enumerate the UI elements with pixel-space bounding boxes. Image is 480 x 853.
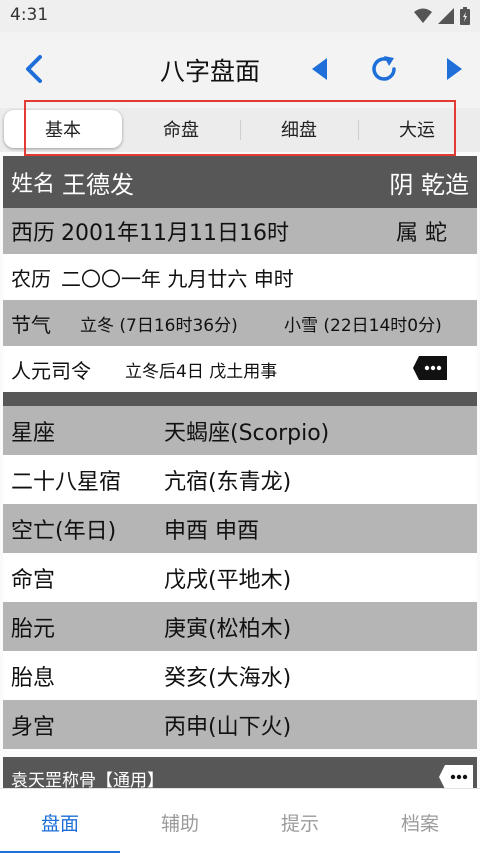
detail-label: 二十八星宿: [11, 469, 122, 495]
app-bar: 八字盘面: [0, 32, 480, 108]
next-icon[interactable]: [446, 58, 462, 80]
detail-value: 亢宿(东青龙): [164, 469, 292, 495]
detail-value: 丙申(山下火): [164, 714, 292, 740]
name-label: 姓名: [11, 172, 56, 197]
lunar-row: 农历 二〇〇一年 九月廿六 申时: [3, 254, 477, 300]
detail-row: 胎元 庚寅(松柏木): [3, 602, 477, 651]
tab-basic[interactable]: 基本: [4, 110, 122, 148]
detail-label: 胎息: [11, 665, 56, 691]
solar-label: 西历: [11, 221, 56, 246]
name-value: 王德发: [62, 170, 134, 199]
lunar-label: 农历: [11, 266, 51, 291]
detail-label: 星座: [11, 420, 56, 446]
battery-icon: [460, 7, 470, 25]
solar-term-2: 小雪 (22日14时0分): [284, 315, 442, 336]
detail-label: 空亡(年日): [11, 518, 117, 544]
name-row: 姓名 王德发 阴 乾造: [3, 156, 477, 208]
detail-value: 天蝎座(Scorpio): [164, 420, 330, 446]
gender-value: 阴 乾造: [389, 170, 469, 199]
detail-row: 空亡(年日) 申酉 申酉: [3, 504, 477, 553]
tab-chart[interactable]: 命盘: [122, 110, 240, 148]
section-divider: [3, 392, 477, 406]
detail-value: 戊戌(平地木): [164, 567, 292, 593]
status-icons: [414, 7, 470, 25]
detail-row: 命宫 戊戌(平地木): [3, 553, 477, 602]
detail-label: 命宫: [11, 567, 56, 593]
detail-label: 胎元: [11, 616, 56, 642]
nav-archive[interactable]: 档案: [360, 809, 480, 836]
solar-term-row: 节气 立冬 (7日16时36分) 小雪 (22日14时0分): [3, 300, 477, 346]
tab-bar: 基本 命盘 细盘 大运: [0, 108, 480, 152]
solar-term-label: 节气: [11, 312, 51, 337]
detail-value: 庚寅(松柏木): [164, 616, 292, 642]
bottom-nav: 盘面 辅助 提示 档案: [0, 788, 480, 853]
nav-tips[interactable]: 提示: [240, 809, 360, 836]
nav-chart[interactable]: 盘面: [0, 809, 120, 836]
page-title: 八字盘面: [159, 57, 260, 86]
detail-row: 胎息 癸亥(大海水): [3, 651, 477, 700]
tab-detail[interactable]: 细盘: [240, 110, 358, 148]
more-icon[interactable]: [413, 356, 447, 380]
refresh-icon[interactable]: [369, 54, 399, 84]
signal-icon: [438, 8, 454, 24]
commander-row: 人元司令 立冬后4日 戊土用事: [3, 346, 477, 392]
bone-section-header: 袁天罡称骨【通用】: [3, 757, 477, 791]
detail-row: 星座 天蝎座(Scorpio): [3, 406, 477, 455]
more-icon[interactable]: [439, 765, 473, 789]
status-time: 4:31: [10, 5, 49, 25]
solar-value: 2001年11月11日16时: [61, 221, 289, 246]
commander-value: 立冬后4日 戊土用事: [125, 361, 278, 382]
solar-row: 西历 2001年11月11日16时 属 蛇: [3, 208, 477, 254]
detail-row: 二十八星宿 亢宿(东青龙): [3, 455, 477, 504]
tab-luck[interactable]: 大运: [358, 110, 476, 148]
solar-term-1: 立冬 (7日16时36分): [80, 315, 238, 336]
previous-icon[interactable]: [312, 58, 328, 80]
detail-value: 申酉 申酉: [164, 518, 259, 544]
zodiac-value: 属 蛇: [396, 221, 447, 246]
lunar-value: 二〇〇一年 九月廿六 申时: [61, 266, 294, 291]
nav-assist[interactable]: 辅助: [120, 809, 240, 836]
wifi-icon: [414, 8, 432, 23]
commander-label: 人元司令: [11, 358, 91, 383]
detail-row: 身宫 丙申(山下火): [3, 700, 477, 749]
detail-label: 身宫: [11, 714, 56, 740]
status-bar: 4:31: [0, 0, 480, 32]
detail-value: 癸亥(大海水): [164, 665, 292, 691]
